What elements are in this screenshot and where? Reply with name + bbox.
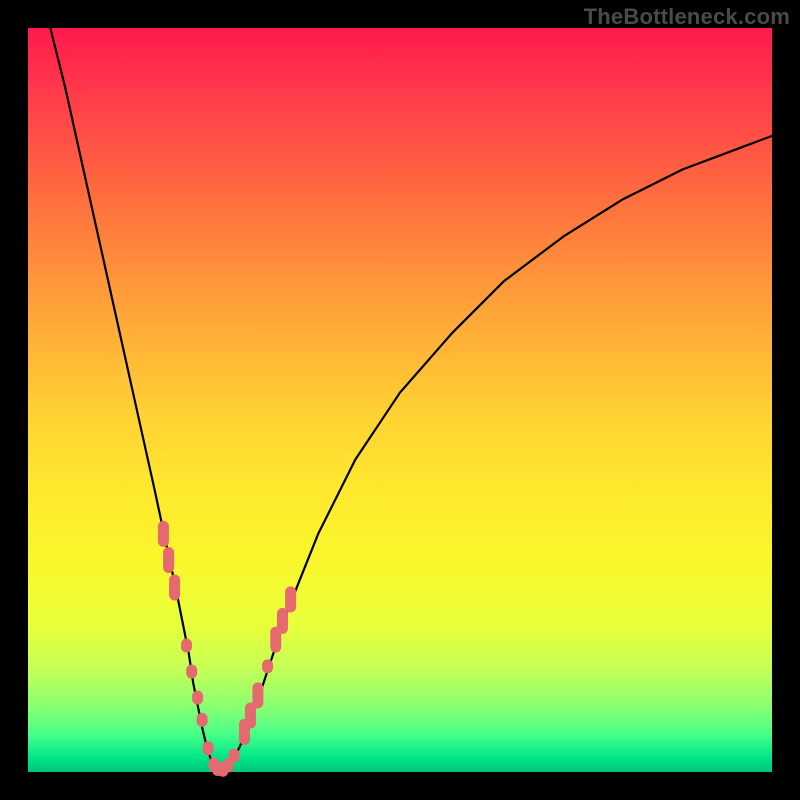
curve-marker: [285, 586, 296, 612]
curve-marker: [186, 665, 197, 679]
curve-marker: [203, 741, 214, 755]
curve-marker: [277, 608, 288, 634]
chart-svg: [28, 28, 772, 772]
chart-frame: TheBottleneck.com: [0, 0, 800, 800]
curve-marker: [158, 521, 169, 547]
curve-marker: [169, 574, 180, 600]
watermark-text: TheBottleneck.com: [584, 4, 790, 30]
plot-area: [28, 28, 772, 772]
curve-marker: [229, 749, 240, 763]
curve-marker: [163, 547, 174, 573]
curve-marker: [262, 659, 273, 673]
curve-marker: [181, 639, 192, 653]
curve-marker: [197, 713, 208, 727]
curve-marker: [192, 691, 203, 705]
curve-marker: [252, 682, 263, 708]
marker-group: [158, 521, 296, 777]
bottleneck-curve: [50, 28, 772, 771]
